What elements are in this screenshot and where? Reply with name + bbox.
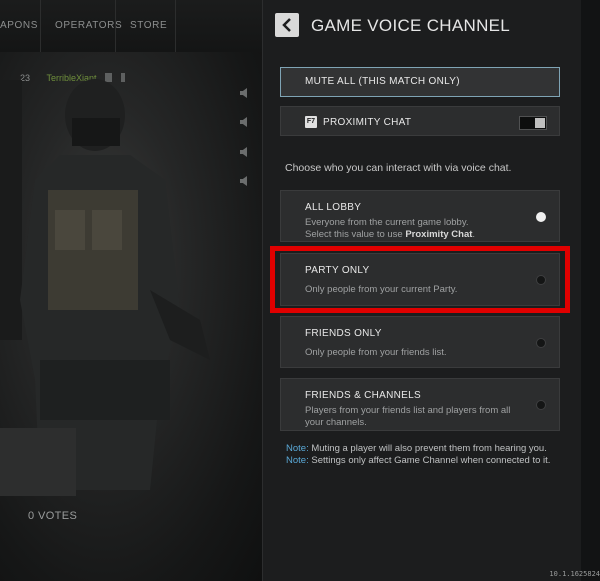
option-friends-and-channels[interactable]: FRIENDS & CHANNELS Players from your fri… bbox=[280, 378, 560, 431]
proximity-chat-row[interactable]: F7 PROXIMITY CHAT bbox=[280, 106, 560, 136]
mute-all-label: MUTE ALL (THIS MATCH ONLY) bbox=[305, 76, 460, 87]
note-text: Settings only affect Game Channel when c… bbox=[308, 455, 551, 466]
note-tag: Note: bbox=[286, 443, 309, 454]
nav-tab-operators[interactable]: OPERATORS bbox=[55, 20, 122, 31]
note-tag: Note: bbox=[286, 455, 309, 466]
nav-separator bbox=[115, 0, 116, 52]
option-all-lobby[interactable]: ALL LOBBY Everyone from the current game… bbox=[280, 190, 560, 242]
top-nav: APONS OPERATORS STORE bbox=[0, 0, 262, 52]
vote-panel bbox=[0, 428, 76, 496]
radio-unselected[interactable] bbox=[536, 338, 546, 348]
nav-tab-store[interactable]: STORE bbox=[130, 20, 167, 31]
option-description-line: Everyone from the current game lobby. bbox=[305, 217, 469, 228]
note-line: Note: Settings only affect Game Channel … bbox=[286, 455, 550, 466]
option-title: FRIENDS ONLY bbox=[305, 328, 382, 339]
proximity-chat-emphasis: Proximity Chat bbox=[405, 229, 473, 240]
highlight-box bbox=[270, 246, 570, 313]
voice-chat-prompt: Choose who you can interact with via voi… bbox=[285, 162, 512, 174]
option-description: Only people from your friends list. bbox=[305, 347, 447, 358]
note-text: Muting a player will also prevent them f… bbox=[308, 443, 547, 454]
keybind-badge: F7 bbox=[305, 116, 317, 128]
option-title: FRIENDS & CHANNELS bbox=[305, 390, 421, 401]
game-background: APONS OPERATORS STORE 23 TerribleXiant 0… bbox=[0, 0, 262, 581]
build-version: 10.1.1625824 bbox=[549, 570, 600, 578]
option-description: Everyone from the current game lobby. Se… bbox=[305, 217, 520, 241]
note-line: Note: Muting a player will also prevent … bbox=[286, 443, 547, 454]
option-description: Players from your friends list and playe… bbox=[305, 405, 511, 428]
toggle-knob bbox=[535, 118, 545, 128]
back-button[interactable] bbox=[275, 13, 299, 37]
nav-tab-weapons[interactable]: APONS bbox=[0, 20, 38, 31]
option-title: ALL LOBBY bbox=[305, 202, 362, 213]
option-description-punct: . bbox=[472, 229, 476, 240]
mute-all-button[interactable]: MUTE ALL (THIS MATCH ONLY) bbox=[280, 67, 560, 97]
radio-unselected[interactable] bbox=[536, 400, 546, 410]
option-description-line: Select this value to use bbox=[305, 229, 406, 240]
votes-count: 0 VOTES bbox=[28, 510, 78, 522]
page-title: GAME VOICE CHANNEL bbox=[311, 16, 511, 35]
chevron-left-icon bbox=[282, 18, 291, 32]
proximity-chat-label: PROXIMITY CHAT bbox=[323, 117, 412, 128]
nav-separator bbox=[175, 0, 176, 52]
option-friends-only[interactable]: FRIENDS ONLY Only people from your frien… bbox=[280, 316, 560, 368]
nav-separator bbox=[40, 0, 41, 52]
radio-selected[interactable] bbox=[536, 212, 546, 222]
operator-silhouette bbox=[0, 79, 210, 490]
proximity-chat-toggle[interactable] bbox=[519, 116, 547, 130]
